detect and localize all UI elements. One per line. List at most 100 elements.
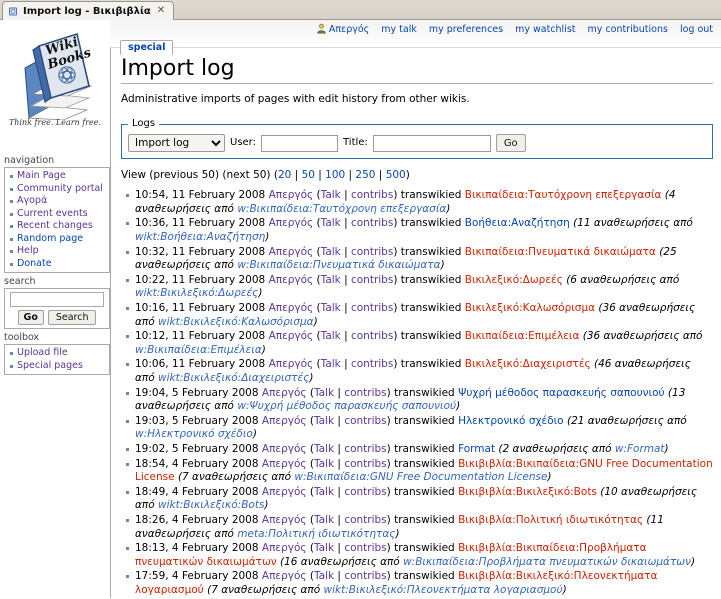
log-entry-target-link[interactable]: Format (458, 443, 495, 455)
sidebar-item-main-page[interactable]: Main Page (10, 170, 107, 183)
log-entry-user-link[interactable]: Απεργός (262, 458, 307, 470)
log-entry-user-link[interactable]: Απεργός (269, 217, 314, 229)
log-entry-contribs-link[interactable]: contribs (344, 387, 386, 399)
log-entry-contribs-link[interactable]: contribs (351, 330, 393, 342)
log-entry-contribs-link[interactable]: contribs (351, 302, 393, 314)
sidebar-item-random-page[interactable]: Random page (10, 233, 107, 246)
log-entry-source-link[interactable]: wikt:Βικιλεξικό:Πλεονεκτήματα λογαριασμο… (324, 584, 563, 596)
log-entry-contribs-link[interactable]: contribs (351, 217, 393, 229)
log-entry-source-link[interactable]: w:Βικιπαίδεια:Επιμέλεια (135, 344, 262, 356)
log-entry-user-link[interactable]: Απεργός (262, 443, 307, 455)
site-logo[interactable]: Wiki Books Think free. Learn free. (0, 20, 110, 155)
log-entry-source-link[interactable]: wikt:Βικιλεξικό:Bots (158, 499, 264, 511)
log-entry-target-link[interactable]: Βικιλεξικό:Διαχειριστές (465, 358, 591, 370)
log-entry-target-link[interactable]: Βικιπαίδεια:Ταυτόχρονη επεξεργασία (465, 189, 662, 201)
log-entry-source-link[interactable]: w:Βικιπαίδεια:Προβλήματα πνευματικών δικ… (403, 556, 691, 568)
log-entry-talk-link[interactable]: Talk (314, 542, 334, 554)
log-entry-user-link[interactable]: Απεργός (262, 387, 307, 399)
pager-count-20[interactable]: 20 (278, 169, 291, 181)
sidebar-link-random-page[interactable]: Random page (17, 233, 83, 244)
log-entry-contribs-link[interactable]: contribs (344, 486, 386, 498)
log-entry-source-link[interactable]: wikt:Βικιλεξικό:Καλωσόρισμα (158, 316, 314, 328)
log-entry-source-link[interactable]: wikt:Βικιλεξικό:Δωρεές (135, 287, 258, 299)
log-entry-talk-link[interactable]: Talk (314, 415, 334, 427)
log-entry-contribs-link[interactable]: contribs (344, 415, 386, 427)
log-entry-user-link[interactable]: Απεργός (262, 415, 307, 427)
log-entry-source-link[interactable]: w:Βικιπαίδεια:GNU Free Documentation Lic… (294, 471, 547, 483)
sidebar-item-upload-file[interactable]: Upload file (10, 347, 107, 360)
log-type-select[interactable]: Import log (128, 134, 225, 153)
sidebar-link-agora[interactable]: Αγορά (17, 195, 47, 206)
personal-link-my-preferences[interactable]: my preferences (429, 24, 503, 35)
log-entry-source-link[interactable]: w:Βικιπαίδεια:Πνευματικά δικαιώματα (237, 259, 440, 271)
pager-count-50[interactable]: 50 (302, 169, 315, 181)
log-entry-talk-link[interactable]: Talk (321, 217, 341, 229)
log-entry-target-link[interactable]: Ηλεκτρονικό σχέδιο (458, 415, 564, 427)
user-filter-input[interactable] (261, 134, 338, 152)
log-entry-user-link[interactable]: Απεργός (269, 358, 314, 370)
log-entry-user-link[interactable]: Απεργός (269, 274, 314, 286)
log-entry-talk-link[interactable]: Talk (321, 358, 341, 370)
log-entry-user-link[interactable]: Απεργός (262, 514, 307, 526)
log-entry-source-link[interactable]: meta:Πολιτική ιδιωτικότητας (237, 528, 395, 540)
sidebar-item-agora[interactable]: Αγορά (10, 195, 107, 208)
log-entry-talk-link[interactable]: Talk (314, 387, 334, 399)
sidebar-item-donate[interactable]: Donate (10, 258, 107, 271)
logs-go-button[interactable] (495, 134, 526, 153)
search-input[interactable] (10, 292, 104, 307)
log-entry-source-link[interactable]: w:Βικιπαίδεια:Ταυτόχρονη επεξεργασία (237, 203, 446, 215)
log-entry-user-link[interactable]: Απεργός (269, 189, 314, 201)
log-entry-user-link[interactable]: Απεργός (269, 330, 314, 342)
sidebar-link-special-pages[interactable]: Special pages (17, 360, 83, 371)
log-entry-talk-link[interactable]: Talk (321, 246, 341, 258)
log-entry-user-link[interactable]: Απεργός (262, 486, 307, 498)
log-entry-source-link[interactable]: wikt:Βοήθεια:Αναζήτηση (135, 231, 265, 243)
log-entry-contribs-link[interactable]: contribs (344, 514, 386, 526)
log-entry-target-link[interactable]: Βικιπαίδεια:Πνευματικά δικαιώματα (465, 246, 656, 258)
pager-count-500[interactable]: 500 (386, 169, 406, 181)
log-entry-user-link[interactable]: Απεργός (269, 246, 314, 258)
sidebar-item-current-events[interactable]: Current events (10, 208, 107, 221)
log-entry-target-link[interactable]: Βικιβιβλία:Βικιλεξικό:Bots (458, 486, 597, 498)
log-entry-user-link[interactable]: Απεργός (262, 570, 307, 582)
log-entry-target-link[interactable]: Βοήθεια:Αναζήτηση (465, 217, 570, 229)
close-icon[interactable]: ✕ (155, 6, 167, 16)
log-entry-target-link[interactable]: Βικιλεξικό:Δωρεές (465, 274, 563, 286)
log-entry-talk-link[interactable]: Talk (314, 514, 334, 526)
log-entry-talk-link[interactable]: Talk (314, 570, 334, 582)
sidebar-link-main-page[interactable]: Main Page (17, 170, 66, 181)
search-go-button[interactable] (17, 310, 44, 325)
log-entry-source-link[interactable]: w:Format (615, 443, 665, 455)
log-entry-talk-link[interactable]: Talk (321, 274, 341, 286)
log-entry-source-link[interactable]: w:Ψυχρή μέθοδος παρασκευής σαπουνιού (237, 400, 456, 412)
title-filter-input[interactable] (372, 134, 491, 152)
log-entry-contribs-link[interactable]: contribs (344, 443, 386, 455)
log-entry-talk-link[interactable]: Talk (314, 458, 334, 470)
log-entry-talk-link[interactable]: Talk (314, 443, 334, 455)
log-entry-target-link[interactable]: Ψυχρή μέθοδος παρασκευής σαπουνιού (458, 387, 665, 399)
personal-link-my-contributions[interactable]: my contributions (588, 24, 668, 35)
log-entry-contribs-link[interactable]: contribs (344, 458, 386, 470)
log-entry-contribs-link[interactable]: contribs (351, 358, 393, 370)
log-entry-user-link[interactable]: Απεργός (262, 542, 307, 554)
sidebar-link-current-events[interactable]: Current events (17, 208, 88, 219)
search-fulltext-button[interactable] (47, 310, 97, 325)
sidebar-link-help[interactable]: Help (17, 245, 39, 256)
log-entry-source-link[interactable]: w:Ηλεκτρονικό σχέδιο (135, 428, 253, 440)
sidebar-link-upload-file[interactable]: Upload file (17, 347, 68, 358)
browser-tab[interactable]: Import log - Βικιβιβλία ✕ (2, 1, 175, 20)
pager-count-100[interactable]: 100 (325, 169, 345, 181)
personal-link-my-watchlist[interactable]: my watchlist (515, 24, 575, 35)
log-entry-contribs-link[interactable]: contribs (344, 542, 386, 554)
log-entry-user-link[interactable]: Απεργός (269, 302, 314, 314)
sidebar-link-community-portal[interactable]: Community portal (17, 183, 103, 194)
personal-username-link[interactable]: Απεργός (316, 23, 369, 35)
log-entry-contribs-link[interactable]: contribs (344, 570, 386, 582)
log-entry-contribs-link[interactable]: contribs (351, 246, 393, 258)
sidebar-item-special-pages[interactable]: Special pages (10, 360, 107, 373)
sidebar-link-recent-changes[interactable]: Recent changes (17, 220, 93, 231)
log-entry-contribs-link[interactable]: contribs (351, 189, 393, 201)
log-entry-source-link[interactable]: wikt:Βικιλεξικό:Διαχειριστές (158, 372, 309, 384)
sidebar-link-donate[interactable]: Donate (17, 258, 52, 269)
log-entry-talk-link[interactable]: Talk (321, 302, 341, 314)
